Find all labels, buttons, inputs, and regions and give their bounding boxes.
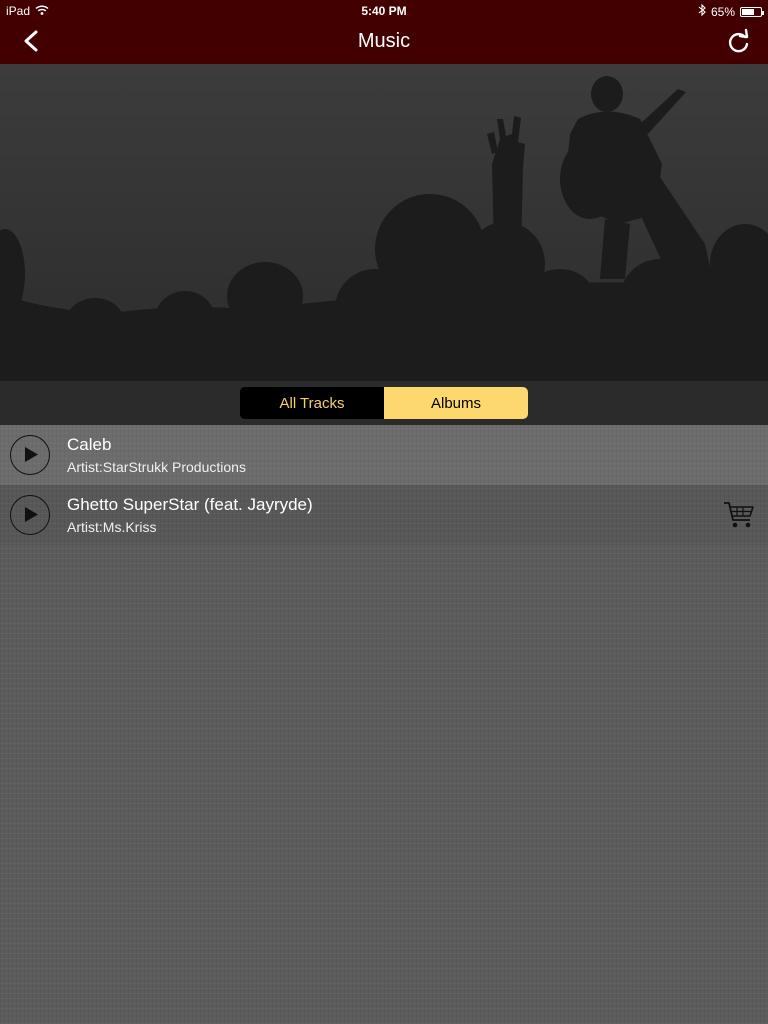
- navigation-bar: Music: [0, 20, 768, 64]
- page-title: Music: [357, 30, 411, 52]
- status-time: 5:40 PM: [361, 4, 407, 18]
- tab-albums-label: Albums: [430, 394, 482, 412]
- bluetooth-icon: [698, 3, 706, 19]
- buy-button[interactable]: [722, 499, 756, 531]
- concert-crowd-image: [0, 76, 768, 381]
- battery-percent: 65%: [710, 4, 735, 19]
- list-item[interactable]: Caleb Artist:StarStrukk Productions: [0, 425, 768, 485]
- refresh-icon: [728, 28, 749, 53]
- battery-fill: [742, 8, 754, 15]
- play-button[interactable]: [10, 495, 50, 535]
- play-button[interactable]: [10, 435, 50, 475]
- track-title: Ghetto SuperStar (feat. Jayryde): [67, 495, 313, 514]
- play-icon: [25, 507, 38, 522]
- tab-albums[interactable]: Albums: [384, 387, 528, 419]
- play-icon: [25, 447, 38, 462]
- track-list: Caleb Artist:StarStrukk Productions Ghet…: [0, 425, 768, 1024]
- battery-icon: [740, 6, 764, 17]
- track-title: Caleb: [67, 435, 112, 454]
- segment-bar: All Tracks Albums: [0, 381, 768, 425]
- list-item[interactable]: Ghetto SuperStar (feat. Jayryde) Artist:…: [0, 485, 768, 545]
- track-artist: Artist:Ms.Kriss: [67, 519, 157, 535]
- segmented-control: All Tracks Albums: [240, 387, 528, 419]
- status-right: 65%: [698, 3, 764, 19]
- track-artist: Artist:StarStrukk Productions: [67, 459, 246, 475]
- tab-all-tracks[interactable]: All Tracks: [240, 387, 384, 419]
- status-bar: iPad 5:40 PM 65%: [0, 0, 768, 20]
- banner-image: [0, 64, 768, 381]
- refresh-button[interactable]: [724, 28, 752, 56]
- tab-all-tracks-label: All Tracks: [279, 394, 345, 412]
- shopping-cart-icon: [724, 502, 754, 528]
- battery-tip: [762, 10, 764, 15]
